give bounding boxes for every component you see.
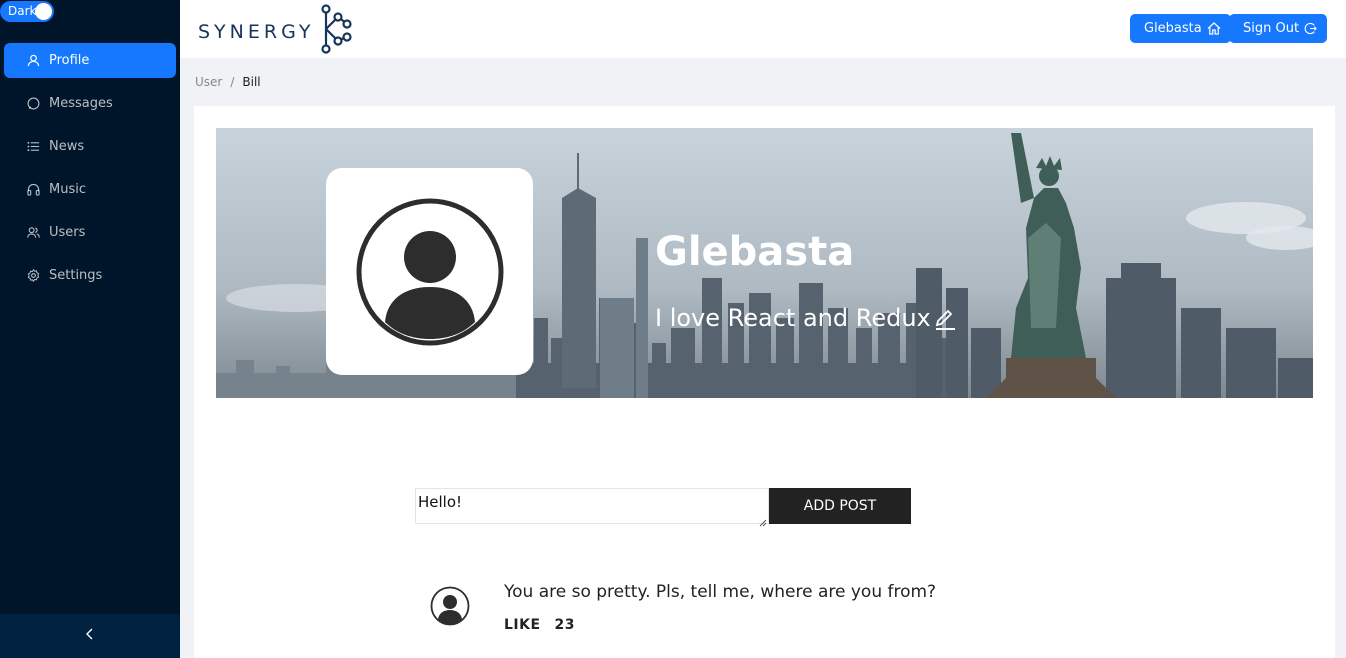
message-icon <box>26 97 40 111</box>
sidebar-item-label: Profile <box>49 53 90 68</box>
theme-toggle[interactable]: Dark <box>0 1 54 22</box>
sidebar-item-label: Music <box>49 182 86 197</box>
breadcrumb-separator: / <box>230 75 235 89</box>
logo[interactable]: SYNERGY <box>198 3 354 60</box>
gear-icon <box>26 269 40 283</box>
home-icon <box>1207 22 1221 35</box>
logo-text: SYNERGY <box>198 20 315 43</box>
user-home-button-label: Glebasta <box>1144 21 1202 36</box>
headphones-icon <box>26 183 40 197</box>
like-count: 23 <box>554 617 576 633</box>
theme-toggle-knob <box>35 3 52 20</box>
sidebar-item-label: News <box>49 139 85 154</box>
header: SYNERGY Glebasta Sign Out <box>180 0 1346 58</box>
list-icon <box>26 140 40 154</box>
sidebar-item-settings[interactable]: Settings <box>4 258 176 293</box>
sign-out-button-label: Sign Out <box>1243 21 1300 36</box>
breadcrumb-root[interactable]: User <box>195 75 222 89</box>
breadcrumb: User / Bill <box>195 75 261 89</box>
add-post-button[interactable]: ADD POST <box>769 488 911 524</box>
logout-icon <box>1304 22 1317 35</box>
theme-toggle-label: Dark <box>8 4 37 18</box>
resize-grip-icon[interactable] <box>759 514 767 527</box>
new-post-textarea[interactable]: Hello! <box>415 488 769 524</box>
profile-status-text: I love React and Redux <box>655 304 931 332</box>
profile-status[interactable]: I love React and Redux <box>655 304 957 332</box>
edit-icon[interactable] <box>933 307 957 331</box>
sidebar-item-users[interactable]: Users <box>4 215 176 250</box>
content-panel: Glebasta I love React and Redux Hello! A… <box>194 106 1335 658</box>
user-icon <box>26 54 40 68</box>
user-avatar-icon <box>356 198 503 345</box>
sidebar: Dark Profile Messages News Music Users S… <box>0 0 180 658</box>
sidebar-item-music[interactable]: Music <box>4 172 176 207</box>
like-row: LIKE 23 <box>504 617 575 633</box>
chevron-left-icon <box>85 627 95 645</box>
post-avatar-icon <box>430 586 470 626</box>
logo-molecule-icon <box>316 3 354 60</box>
sidebar-item-news[interactable]: News <box>4 129 176 164</box>
post-text: You are so pretty. Pls, tell me, where a… <box>504 582 937 602</box>
profile-name: Glebasta <box>655 229 855 275</box>
sign-out-button[interactable]: Sign Out <box>1229 14 1328 43</box>
sidebar-menu: Profile Messages News Music Users Settin… <box>0 43 180 301</box>
sidebar-item-profile[interactable]: Profile <box>4 43 176 78</box>
profile-avatar[interactable] <box>326 168 533 375</box>
sidebar-item-label: Settings <box>49 268 103 283</box>
sidebar-item-messages[interactable]: Messages <box>4 86 176 121</box>
like-button[interactable]: LIKE <box>504 617 541 633</box>
users-icon <box>26 226 40 240</box>
sidebar-item-label: Messages <box>49 96 113 111</box>
profile-banner: Glebasta I love React and Redux <box>216 128 1313 398</box>
sidebar-item-label: Users <box>49 225 86 240</box>
sidebar-collapse-button[interactable] <box>0 614 180 658</box>
breadcrumb-current: Bill <box>242 75 261 89</box>
user-home-button[interactable]: Glebasta <box>1130 14 1231 43</box>
